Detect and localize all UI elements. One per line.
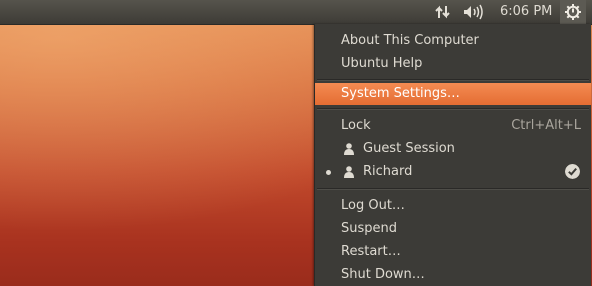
person-icon [344,143,354,155]
menu-item-label: Shut Down… [341,267,425,282]
menu-item-suspend[interactable]: Suspend [315,218,591,240]
menu-item-lock[interactable]: Lock Ctrl+Alt+L [315,115,591,137]
lock-shortcut: Ctrl+Alt+L [511,118,581,133]
menu-item-label: About This Computer [341,33,479,48]
menu-separator [317,79,589,81]
menu-separator [317,188,589,190]
clock[interactable]: 6:06 PM [500,4,552,19]
menu-item-label: Richard [363,164,413,179]
menu-item-label: Log Out… [341,198,405,213]
menu-separator [317,108,589,110]
menu-item-about[interactable]: About This Computer [315,30,591,52]
menu-item-guest-session[interactable]: Guest Session [315,138,591,160]
menu-item-label: Suspend [341,221,398,236]
volume-icon[interactable] [462,3,484,21]
session-menu: About This Computer Ubuntu Help System S… [314,24,591,286]
menu-item-label: Guest Session [363,141,455,156]
top-panel: 6:06 PM [0,0,592,25]
gear-power-icon [565,4,581,20]
menu-item-log-out[interactable]: Log Out… [315,195,591,217]
menu-item-label: Ubuntu Help [341,56,423,71]
active-user-dot-icon [326,170,331,175]
person-icon [344,166,354,178]
menu-item-label: System Settings… [341,86,460,101]
menu-item-restart[interactable]: Restart… [315,241,591,263]
session-menu-button[interactable] [560,0,586,24]
menu-item-label: Lock [341,118,371,133]
menu-item-system-settings[interactable]: System Settings… [315,83,591,105]
menu-item-user[interactable]: Richard [315,161,591,183]
menu-item-help[interactable]: Ubuntu Help [315,53,591,75]
menu-item-shut-down[interactable]: Shut Down… [315,264,591,286]
menu-item-label: Restart… [341,244,401,259]
network-transfer-icon[interactable] [432,3,454,21]
checkmark-icon [565,164,580,179]
